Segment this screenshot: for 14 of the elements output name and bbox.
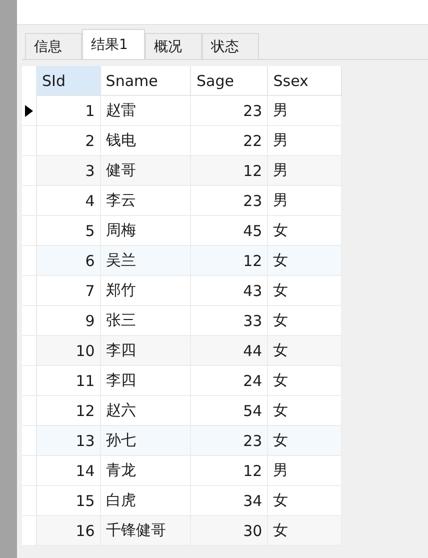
- row-header[interactable]: [22, 96, 37, 126]
- table-cell: 16: [37, 516, 101, 546]
- tab[interactable]: 信息: [25, 33, 82, 59]
- column-header[interactable]: Ssex: [268, 66, 342, 96]
- table-cell: 千锋健哥: [100, 516, 192, 546]
- tab[interactable]: 概况: [145, 33, 202, 59]
- table-cell: 30: [191, 516, 268, 546]
- tab[interactable]: 结果1: [82, 29, 145, 59]
- tab[interactable]: 状态: [202, 33, 259, 59]
- current-row-icon: [25, 104, 33, 116]
- column-header[interactable]: SId: [37, 66, 101, 96]
- column-header[interactable]: Sage: [191, 66, 268, 96]
- table-cell: 女: [268, 516, 342, 546]
- column-header[interactable]: Sname: [100, 66, 192, 96]
